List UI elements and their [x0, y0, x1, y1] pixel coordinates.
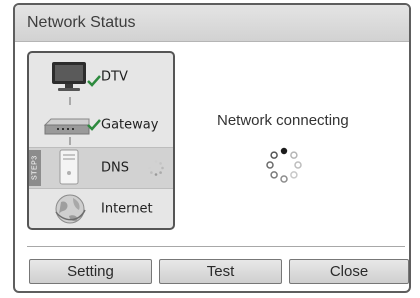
close-button[interactable]: Close [289, 259, 409, 284]
title-bar: Network Status [15, 5, 409, 42]
dialog-title: Network Status [27, 14, 136, 31]
check-icon [87, 119, 101, 131]
network-status-dialog: Network Status DTV Gateway STEP3 DNS Int… [13, 3, 411, 293]
step-label-internet: Internet [101, 201, 153, 217]
step-internet: Internet [29, 189, 173, 228]
router-icon [43, 118, 90, 135]
step-dns: STEP3 DNS [29, 147, 173, 189]
step-number-badge: STEP3 [29, 150, 41, 186]
step-label-dtv: DTV [101, 69, 128, 85]
loading-spinner-icon [266, 147, 302, 183]
divider [27, 246, 405, 247]
setting-button[interactable]: Setting [29, 259, 152, 284]
server-icon [59, 149, 79, 185]
step-label-dns: DNS [101, 160, 129, 176]
check-icon [87, 75, 101, 87]
loading-icon [148, 160, 164, 176]
step-gateway: Gateway [29, 105, 173, 145]
connection-steps-panel: DTV Gateway STEP3 DNS Internet [27, 51, 175, 230]
step-dtv: DTV [29, 57, 173, 97]
status-message: Network connecting [217, 112, 349, 129]
globe-icon [55, 194, 86, 224]
step-label-gateway: Gateway [101, 117, 159, 133]
connector-line [69, 97, 71, 105]
test-button[interactable]: Test [159, 259, 282, 284]
